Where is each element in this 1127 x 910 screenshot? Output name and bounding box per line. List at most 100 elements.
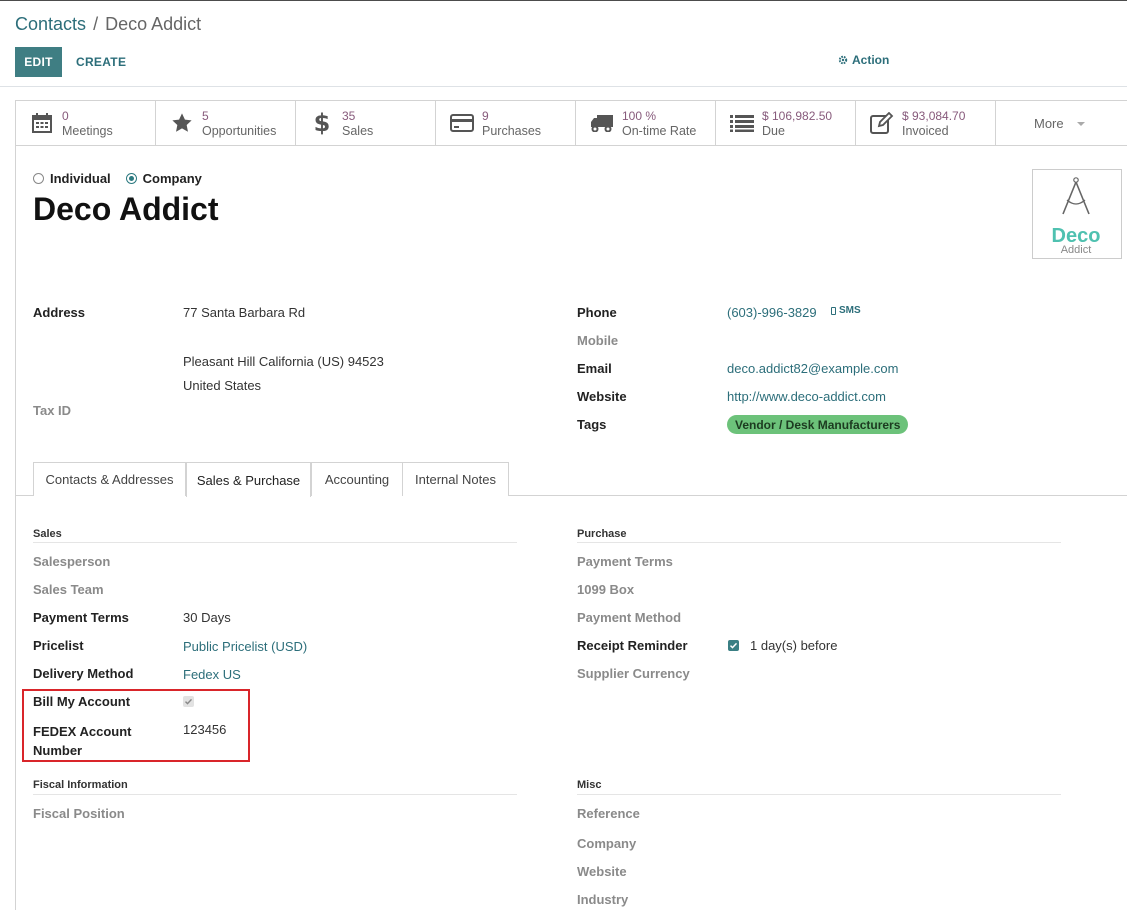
radio-individual[interactable]: Individual [33,171,111,186]
purchases-count: 9 [482,109,489,123]
radio-company-label: Company [142,171,202,186]
tab-accounting[interactable]: Accounting [311,462,403,496]
due-label: Due [762,124,785,138]
sales-team-label: Sales Team [33,582,104,597]
website-label: Website [577,389,627,404]
meetings-button[interactable]: 0 Meetings [16,101,156,145]
purchases-button[interactable]: 9 Purchases [436,101,576,145]
breadcrumb-separator: / [93,14,99,34]
opportunities-label: Opportunities [202,124,277,138]
phone-value[interactable]: (603)-996-3829 [727,305,817,320]
receipt-reminder-days[interactable]: 1 day(s) before [750,638,837,653]
misc-section-title: Misc [577,779,602,791]
reference-label: Reference [577,806,640,821]
smart-button-box: 0 Meetings 5 Opportunities $ 35 Sales 9 … [16,101,1127,146]
pricelist-value[interactable]: Public Pricelist (USD) [183,639,307,654]
notebook-tabs: Contacts & Addresses Sales & Purchase Ac… [16,462,1127,497]
invoiced-button[interactable]: $ 93,084.70 Invoiced [856,101,996,145]
sales-count: 35 [342,109,356,123]
edit-icon [870,112,894,134]
purchases-label: Purchases [482,124,542,138]
create-button[interactable]: CREATE [76,47,126,77]
control-panel: Contacts / Deco Addict EDIT CREATE Actio… [0,1,1127,87]
meetings-label: Meetings [62,124,113,138]
tab-contacts-addresses[interactable]: Contacts & Addresses [33,462,186,496]
opportunities-count: 5 [202,109,209,123]
tag-badge[interactable]: Vendor / Desk Manufacturers [727,415,909,434]
company-type-radio: Individual Company [33,171,217,186]
on-time-rate-value: 100 % [622,109,657,123]
delivery-method-label: Delivery Method [33,666,134,681]
misc-website-label: Website [577,864,627,879]
fiscal-position-label: Fiscal Position [33,806,125,821]
address-label: Address [33,305,86,320]
purchase-section-divider [577,542,1061,543]
company-label: Company [577,836,637,851]
invoiced-amount: $ 93,084.70 [902,109,966,123]
breadcrumb-current: Deco Addict [105,14,202,34]
calendar-icon [30,112,54,134]
partner-name[interactable]: Deco Addict [33,191,219,228]
tab-sales-purchase[interactable]: Sales & Purchase [186,462,311,497]
due-button[interactable]: $ 106,982.50 Due [716,101,856,145]
company-logo[interactable]: Deco Addict [1032,169,1122,259]
misc-section-divider [577,794,1061,795]
highlight-box [22,689,250,762]
email-value[interactable]: deco.addict82@example.com [727,361,898,376]
address-street[interactable]: 77 Santa Barbara Rd [183,305,305,320]
purchase-section-title: Purchase [577,528,627,540]
sales-payment-terms-label: Payment Terms [33,610,129,625]
on-time-rate-button[interactable]: 100 % On-time Rate [576,101,716,145]
meetings-count: 0 [62,109,69,123]
more-label: More [1034,116,1064,131]
logo-word-addict: Addict [1061,244,1092,256]
truck-icon [590,112,614,134]
receipt-reminder-label: Receipt Reminder [577,638,688,653]
on-time-rate-label: On-time Rate [622,124,697,138]
sales-button[interactable]: $ 35 Sales [296,101,436,145]
purchase-payment-terms-label: Payment Terms [577,554,673,569]
tax-id-label: Tax ID [33,403,72,418]
address-country[interactable]: United States [183,378,261,393]
radio-circle-checked[interactable] [125,173,137,184]
sms-button[interactable]: SMS [831,305,861,316]
box-1099-label: 1099 Box [577,582,635,597]
email-label: Email [577,361,612,376]
mobile-label: Mobile [577,333,619,348]
sales-payment-terms-value[interactable]: 30 Days [183,610,231,625]
radio-company[interactable]: Company [125,171,202,186]
form-sheet: 0 Meetings 5 Opportunities $ 35 Sales 9 … [15,100,1127,910]
due-amount: $ 106,982.50 [762,109,833,123]
address-city-line[interactable]: Pleasant Hill California (US) 94523 [183,354,384,369]
check-icon [729,642,738,649]
website-value[interactable]: http://www.deco-addict.com [727,389,886,404]
sales-label: Sales [342,124,374,138]
salesperson-label: Salesperson [33,554,111,569]
gear-icon [838,55,848,65]
phone-label: Phone [577,305,617,320]
radio-circle[interactable] [33,173,44,184]
industry-label: Industry [577,892,629,907]
opportunities-button[interactable]: 5 Opportunities [156,101,296,145]
sms-label: SMS [839,305,861,316]
sales-section-divider [33,542,517,543]
radio-individual-label: Individual [50,171,111,186]
pricelist-label: Pricelist [33,638,84,653]
dollar-icon: $ [313,109,331,137]
breadcrumb-contacts-link[interactable]: Contacts [15,14,86,34]
list-icon [730,112,754,134]
payment-method-label: Payment Method [577,610,682,625]
tab-internal-notes[interactable]: Internal Notes [402,462,509,496]
action-menu-button[interactable]: Action [838,53,889,67]
more-dropdown[interactable]: More [996,101,1108,145]
credit-card-icon [450,112,474,134]
receipt-reminder-checkbox[interactable] [728,640,739,651]
caret-down-icon [1077,122,1085,126]
tags-label: Tags [577,417,607,432]
supplier-currency-label: Supplier Currency [577,666,690,681]
fiscal-section-divider [33,794,517,795]
fiscal-section-title: Fiscal Information [33,779,128,791]
invoiced-label: Invoiced [902,124,949,138]
edit-button[interactable]: EDIT [15,47,62,77]
delivery-method-value[interactable]: Fedex US [183,667,241,682]
